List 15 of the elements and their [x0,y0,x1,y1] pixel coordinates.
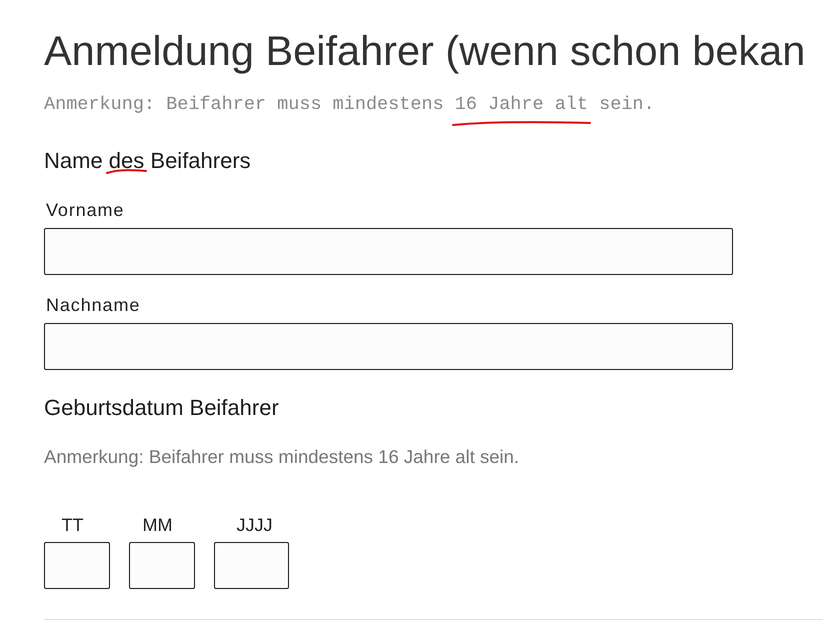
section-heading: Geburtsdatum Beifahrer [44,394,279,422]
field-label: Nachname [45,294,140,316]
note-text: Anmerkung: Beifahrer muss mindestens 16 Jahre alt sein. [44,446,520,468]
field-label: TT [62,514,84,536]
input-field[interactable] [129,542,195,589]
input-field[interactable] [44,323,733,370]
input-field[interactable] [44,228,733,275]
input-field[interactable] [214,542,289,589]
note-text: Anmerkung: Beifahrer muss mindestens 16 Jahre alt sein. [44,94,655,116]
section-heading: Name des Beifahrers [44,147,251,175]
page-title: Anmeldung Beifahrer (wenn schon bekan [44,26,806,76]
field-label: Vorname [45,199,124,221]
field-label: MM [142,514,174,536]
field-label: JJJJ [236,514,272,536]
input-field[interactable] [44,542,110,589]
